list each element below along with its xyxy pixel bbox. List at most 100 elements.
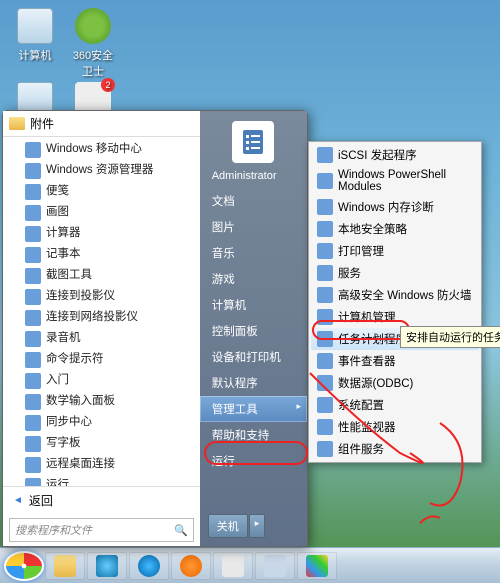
places-item[interactable]: 文档	[200, 188, 307, 214]
places-item[interactable]: 计算机	[200, 292, 307, 318]
places-item[interactable]: 图片	[200, 214, 307, 240]
item-icon	[25, 163, 41, 179]
folder-icon	[9, 117, 25, 130]
submenu-item[interactable]: 服务	[311, 262, 479, 284]
submenu-item[interactable]: 高级安全 Windows 防火墙	[311, 284, 479, 306]
item-label: 组件服务	[338, 441, 384, 457]
item-label: 连接到投影仪	[46, 288, 115, 305]
icon-label: 计算机	[19, 50, 52, 62]
program-item[interactable]: 远程桌面连接	[3, 454, 200, 475]
submenu-item[interactable]: 事件查看器	[311, 350, 479, 372]
item-icon	[25, 331, 41, 347]
program-item[interactable]: 数学输入面板	[3, 391, 200, 412]
places-item[interactable]: 运行...	[200, 448, 307, 474]
program-item[interactable]: Windows 资源管理器	[3, 160, 200, 181]
program-item[interactable]: 命令提示符	[3, 349, 200, 370]
shutdown-button[interactable]: 关机	[208, 514, 248, 538]
item-label: Windows 内存诊断	[338, 199, 434, 215]
submenu-item[interactable]: Windows PowerShell Modules	[311, 166, 479, 196]
taskbar-item-uc[interactable]	[171, 552, 211, 580]
item-icon	[25, 457, 41, 473]
program-item[interactable]: Windows 移动中心	[3, 139, 200, 160]
program-item[interactable]: 同步中心	[3, 412, 200, 433]
taskbar	[0, 547, 500, 583]
item-label: 截图工具	[46, 267, 92, 284]
item-icon	[25, 205, 41, 221]
program-item[interactable]: 画图	[3, 202, 200, 223]
submenu-item[interactable]: Windows 内存诊断	[311, 196, 479, 218]
folder-header[interactable]: 附件	[3, 111, 200, 137]
submenu-item[interactable]: 计算机管理	[311, 306, 479, 328]
submenu-item[interactable]: iSCSI 发起程序	[311, 144, 479, 166]
places-item[interactable]: 管理工具	[200, 396, 307, 422]
program-item[interactable]: 入门	[3, 370, 200, 391]
places-item[interactable]: 游戏	[200, 266, 307, 292]
program-item[interactable]: 录音机	[3, 328, 200, 349]
taskbar-item-explorer[interactable]	[45, 552, 85, 580]
item-icon	[25, 310, 41, 326]
submenu-item[interactable]: 性能监视器	[311, 416, 479, 438]
item-label: 高级安全 Windows 防火墙	[338, 287, 472, 303]
taskbar-item-app2[interactable]	[255, 552, 295, 580]
program-item[interactable]: 截图工具	[3, 265, 200, 286]
submenu-item[interactable]: 系统配置	[311, 394, 479, 416]
taskbar-item-qq[interactable]	[129, 552, 169, 580]
item-icon	[25, 142, 41, 158]
search-input[interactable]: 搜索程序和文件	[9, 518, 194, 542]
item-label: 同步中心	[46, 414, 92, 431]
back-button[interactable]: 返回	[3, 486, 200, 514]
submenu-item[interactable]: 组件服务	[311, 438, 479, 460]
item-label: 录音机	[46, 330, 81, 347]
places-item[interactable]: 帮助和支持	[200, 422, 307, 448]
item-icon	[25, 352, 41, 368]
item-label: 性能监视器	[338, 419, 396, 435]
item-label: iSCSI 发起程序	[338, 147, 417, 163]
places-item[interactable]: 音乐	[200, 240, 307, 266]
places-item[interactable]: 设备和打印机	[200, 344, 307, 370]
uc-icon	[180, 555, 202, 577]
app-icon	[264, 555, 286, 577]
places-item[interactable]: 控制面板	[200, 318, 307, 344]
tool-icon	[317, 199, 333, 215]
desktop-icon-computer[interactable]: 计算机	[10, 8, 60, 63]
shield-icon	[75, 8, 111, 44]
item-label: 系统配置	[338, 397, 384, 413]
start-menu-left: 附件 Windows 移动中心 Windows 资源管理器便笺画图计算器记事本截图…	[3, 111, 200, 546]
item-icon	[25, 478, 41, 487]
item-label: 打印管理	[338, 243, 384, 259]
submenu-item[interactable]: 数据源(ODBC)	[311, 372, 479, 394]
taskbar-item-app[interactable]	[213, 552, 253, 580]
program-item[interactable]: 记事本	[3, 244, 200, 265]
program-item[interactable]: 运行	[3, 475, 200, 486]
item-label: Windows 移动中心	[46, 141, 142, 158]
start-menu: 附件 Windows 移动中心 Windows 资源管理器便笺画图计算器记事本截图…	[2, 110, 308, 547]
item-label: Windows PowerShell Modules	[338, 169, 473, 193]
submenu-item[interactable]: 本地安全策略	[311, 218, 479, 240]
taskbar-item-ie[interactable]	[87, 552, 127, 580]
computer-icon	[17, 8, 53, 44]
tool-icon	[317, 287, 333, 303]
item-label: 便笺	[46, 183, 69, 200]
user-avatar[interactable]	[232, 121, 274, 163]
program-item[interactable]: 便笺	[3, 181, 200, 202]
tool-icon	[317, 375, 333, 391]
program-item[interactable]: 连接到网络投影仪	[3, 307, 200, 328]
start-button[interactable]	[4, 551, 44, 581]
program-item[interactable]: 连接到投影仪	[3, 286, 200, 307]
program-item[interactable]: 计算器	[3, 223, 200, 244]
tool-icon	[317, 221, 333, 237]
item-label: 连接到网络投影仪	[46, 309, 138, 326]
item-icon	[25, 184, 41, 200]
item-label: 写字板	[46, 435, 81, 452]
places-item[interactable]: 默认程序	[200, 370, 307, 396]
ie-icon	[96, 555, 118, 577]
folder-title: 附件	[30, 115, 54, 132]
shutdown-options-button[interactable]: ▸	[249, 514, 266, 538]
taskbar-item-app3[interactable]	[297, 552, 337, 580]
item-icon	[25, 226, 41, 242]
desktop-icon-360safe[interactable]: 360安全卫士	[68, 8, 118, 79]
submenu-item[interactable]: 打印管理	[311, 240, 479, 262]
item-icon	[25, 394, 41, 410]
user-name: Administrator	[200, 167, 307, 188]
program-item[interactable]: 写字板	[3, 433, 200, 454]
